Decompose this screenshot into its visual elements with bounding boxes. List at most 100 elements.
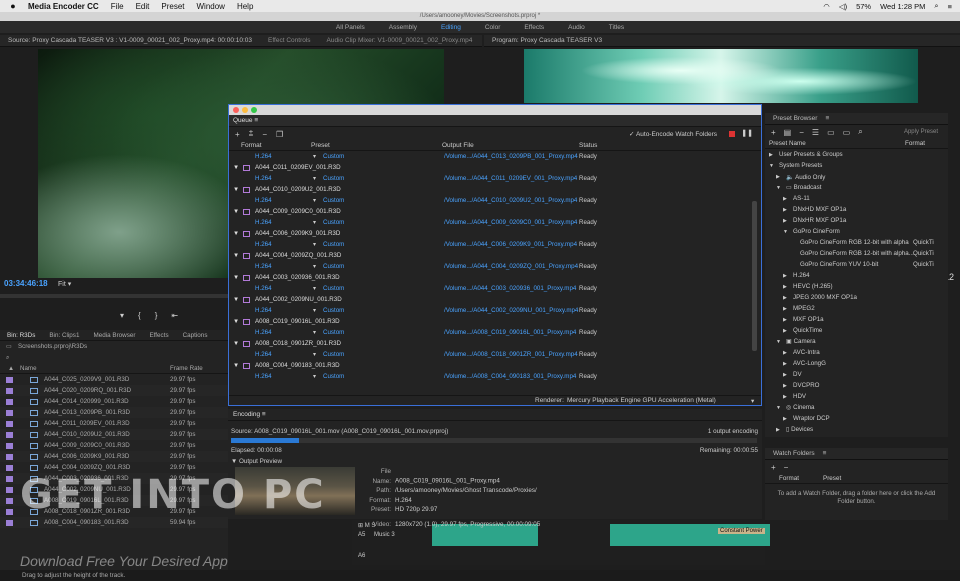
chevron-down-icon[interactable]: ▾: [313, 329, 316, 336]
chevron-down-icon[interactable]: ▾: [313, 219, 316, 226]
preset-dropdown[interactable]: Custom: [323, 241, 344, 248]
preset-tree-item[interactable]: ▼ GoPro CineForm: [765, 226, 948, 237]
output-file-link[interactable]: /Volume.../A044_C013_0209PB_001_Proxy.mp…: [444, 153, 578, 160]
menu-list-icon[interactable]: ≡: [948, 2, 952, 11]
queue-output-row[interactable]: H.264 ▾ Custom/Volume.../A044_C004_0209ZQ_…: [229, 261, 749, 272]
col-preset-format[interactable]: Format: [905, 140, 925, 147]
close-window-icon[interactable]: [233, 107, 239, 113]
label-color-swatch[interactable]: [6, 410, 13, 416]
output-file-link[interactable]: /Volume.../A044_C003_020936_001_Proxy.mp…: [444, 285, 576, 292]
preset-tree-item[interactable]: ▶ AVC-LongG: [765, 358, 948, 369]
queue-output-row[interactable]: H.264 ▾ Custom/Volume.../A044_C003_020936_…: [229, 283, 749, 294]
track-a6[interactable]: A6: [358, 553, 365, 559]
bin-item[interactable]: A044_C020_0209RQ_001.R3D 29.97 fps: [0, 385, 228, 396]
expand-icon[interactable]: ▶: [776, 427, 780, 433]
queue-output-row[interactable]: H.264 ▾ Custom/Volume.../A008_C018_0901ZR_…: [229, 349, 749, 360]
queue-source-row[interactable]: ▼ A044_C009_0209C0_001.R3D: [229, 206, 749, 217]
preset-dropdown[interactable]: Custom: [323, 153, 344, 160]
tab-bin-clips1[interactable]: Bin: Clips1: [42, 332, 86, 339]
preset-dropdown[interactable]: Custom: [323, 197, 344, 204]
output-file-link[interactable]: /Volume.../A044_C010_0209U2_001_Proxy.mp…: [444, 197, 577, 204]
preset-tree-item[interactable]: ▶ QuickTime: [765, 325, 948, 336]
col-name[interactable]: Name: [20, 365, 37, 372]
tab-captions[interactable]: Captions: [176, 332, 215, 339]
col-preset-name[interactable]: Preset Name: [769, 140, 806, 147]
col-watch-format[interactable]: Format: [779, 475, 799, 482]
queue-source-row[interactable]: ▼ A044_C011_0209EV_001.R3D: [229, 162, 749, 173]
add-source-icon[interactable]: +: [235, 130, 240, 139]
expand-icon[interactable]: ▶: [783, 295, 787, 301]
encoding-tab[interactable]: Encoding: [233, 411, 260, 418]
output-file-link[interactable]: /Volume.../A008_C018_0901ZR_001_Proxy.mp…: [444, 351, 578, 358]
chevron-down-icon[interactable]: ▾: [313, 241, 316, 248]
menu-preset[interactable]: Preset: [161, 2, 184, 11]
format-dropdown[interactable]: H.264: [255, 175, 272, 182]
expand-icon[interactable]: ▶: [783, 273, 787, 279]
expand-icon[interactable]: ▶: [783, 372, 787, 378]
collapse-icon[interactable]: ▼: [776, 339, 781, 345]
remove-icon[interactable]: −: [262, 130, 267, 139]
preset-tree-item[interactable]: ▼ ◎ Cinema: [765, 402, 948, 413]
bin-item[interactable]: A044_C006_0209K9_001.R3D 29.97 fps: [0, 451, 228, 462]
expand-icon[interactable]: ▶: [783, 394, 787, 400]
preset-dropdown[interactable]: Custom: [323, 285, 344, 292]
expand-icon[interactable]: ▼: [233, 274, 239, 281]
queue-output-row[interactable]: H.264 ▾ Custom/Volume.../A044_C006_0209K9_…: [229, 239, 749, 250]
queue-source-row[interactable]: ▼ A008_C018_0901ZR_001.R3D: [229, 338, 749, 349]
queue-source-row[interactable]: ▼ A008_C004_090183_001.R3D: [229, 360, 749, 371]
col-frame-rate[interactable]: Frame Rate: [170, 365, 203, 372]
remove-preset-icon[interactable]: −: [799, 128, 804, 137]
new-group-icon[interactable]: ▤: [784, 128, 792, 137]
expand-icon[interactable]: ▶: [783, 328, 787, 334]
expand-icon[interactable]: ▼: [233, 186, 239, 193]
queue-output-row[interactable]: H.264 ▾ Custom/Volume.../A044_C010_0209U2_…: [229, 195, 749, 206]
preset-dropdown[interactable]: Custom: [323, 329, 344, 336]
queue-source-row[interactable]: ▼ A044_C004_0209ZQ_001.R3D: [229, 250, 749, 261]
expand-icon[interactable]: ▼: [233, 318, 239, 325]
expand-icon[interactable]: ▶: [776, 174, 780, 180]
fit-dropdown[interactable]: Fit ▾: [58, 280, 71, 288]
tab-effects[interactable]: Effects: [142, 332, 175, 339]
volume-icon[interactable]: ◁): [839, 2, 847, 11]
chevron-down-icon[interactable]: ▾: [313, 307, 316, 314]
queue-source-row[interactable]: ▼ A044_C006_0209K9_001.R3D: [229, 228, 749, 239]
workspace-audio[interactable]: Audio: [556, 24, 597, 31]
expand-icon[interactable]: ▼: [233, 252, 239, 259]
workspace-assembly[interactable]: Assembly: [377, 24, 429, 31]
panel-menu-icon[interactable]: ≡: [262, 411, 266, 418]
transition-label[interactable]: Constant Power: [718, 528, 765, 534]
preset-tree-item[interactable]: ▶ AVC-Intra: [765, 347, 948, 358]
preset-tree-item[interactable]: ▶ User Presets & Groups: [765, 149, 948, 160]
pause-queue-button[interactable]: ❚❚: [741, 129, 753, 137]
bin-item[interactable]: A044_C011_0209EV_001.R3D 29.97 fps: [0, 418, 228, 429]
expand-icon[interactable]: ▼: [233, 164, 239, 171]
workspace-editing[interactable]: Editing: [429, 24, 473, 31]
preset-tree-item[interactable]: ▶ MXF OP1a: [765, 314, 948, 325]
col-output-file[interactable]: Output File: [442, 142, 474, 149]
label-color-swatch[interactable]: [6, 520, 13, 526]
mark-out-icon[interactable]: {: [138, 311, 141, 320]
menu-help[interactable]: Help: [237, 2, 253, 11]
workspace-color[interactable]: Color: [473, 24, 513, 31]
expand-icon[interactable]: ▶: [769, 152, 773, 158]
panel-menu-icon[interactable]: ≡: [254, 117, 258, 124]
menu-file[interactable]: File: [111, 2, 124, 11]
preset-tree-item[interactable]: GoPro CineForm RGB 12-bit with alpha... Q…: [765, 248, 948, 259]
minimize-window-icon[interactable]: [242, 107, 248, 113]
queue-scrollbar[interactable]: [752, 201, 757, 351]
col-preset[interactable]: Preset: [311, 142, 330, 149]
preset-tree-item[interactable]: ▶ 🔈 Audio Only: [765, 171, 948, 182]
bin-item[interactable]: A008_C004_090183_001.R3D59.94 fps13:32:1…: [0, 517, 228, 528]
format-dropdown[interactable]: H.264: [255, 197, 272, 204]
preset-dropdown[interactable]: Custom: [323, 219, 344, 226]
search-icon[interactable]: ⌕: [858, 127, 862, 137]
chevron-down-icon[interactable]: ▾: [313, 351, 316, 358]
preset-tree-item[interactable]: ▶ H.264: [765, 270, 948, 281]
label-color-swatch[interactable]: [6, 399, 13, 405]
preset-tree-item[interactable]: ▶ DV: [765, 369, 948, 380]
preset-dropdown[interactable]: Custom: [323, 175, 344, 182]
add-folder-icon[interactable]: +: [771, 463, 776, 472]
label-color-swatch[interactable]: [6, 388, 13, 394]
format-dropdown[interactable]: H.264: [255, 373, 272, 380]
format-dropdown[interactable]: H.264: [255, 153, 272, 160]
